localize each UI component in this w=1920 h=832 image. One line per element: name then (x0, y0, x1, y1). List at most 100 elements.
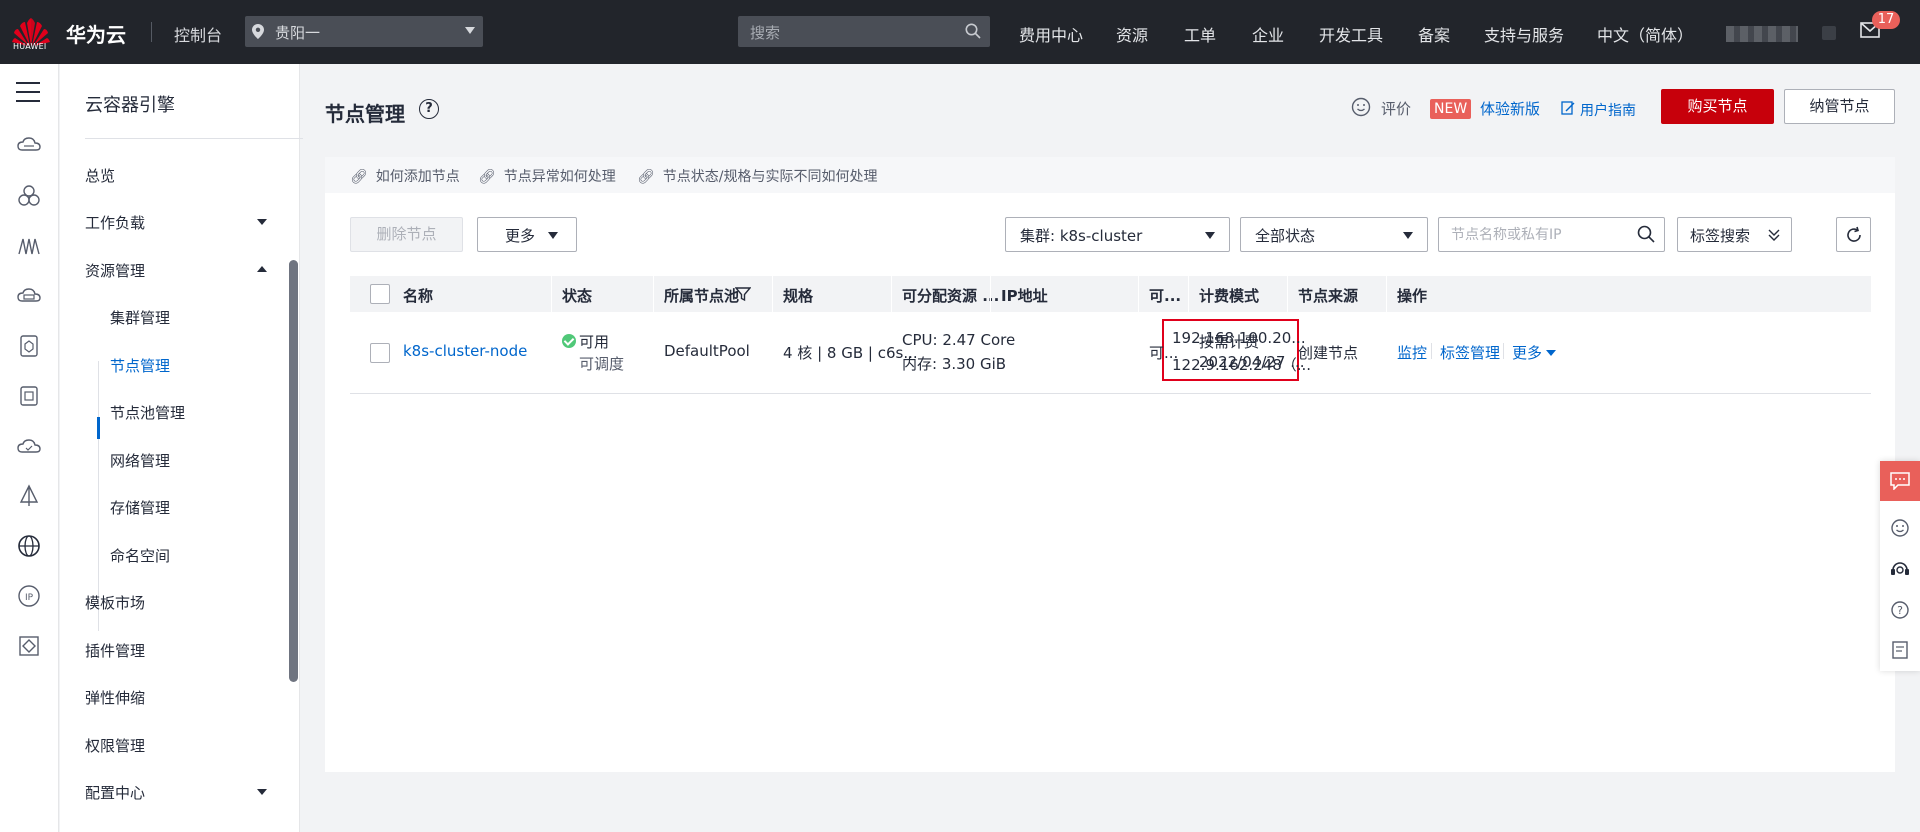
brand-name[interactable]: 华为云 (66, 19, 126, 48)
cluster-icon[interactable] (17, 184, 41, 208)
delete-node-button[interactable]: 删除节点 (350, 217, 463, 252)
nav-support[interactable]: 支持与服务 (1484, 22, 1564, 46)
image-icon[interactable] (17, 384, 41, 408)
sidebar-item-addons[interactable]: 插件管理 (85, 640, 145, 661)
select-all-checkbox[interactable] (370, 284, 390, 304)
search-icon[interactable] (965, 23, 981, 39)
action-divider (1503, 343, 1504, 359)
node-search-input[interactable] (1451, 224, 1621, 246)
sidebar-item-workloads[interactable]: 工作负载 (85, 212, 145, 233)
cloud-icon[interactable] (17, 434, 41, 458)
column-header-source[interactable]: 节点来源 (1298, 285, 1358, 306)
global-search[interactable]: 搜索 (738, 16, 990, 47)
tip-link[interactable]: 🔗︎ 如何添加节点 (350, 166, 460, 186)
nav-billing-center[interactable]: 费用中心 (1019, 22, 1083, 46)
nav-dev-tools[interactable]: 开发工具 (1319, 22, 1383, 46)
chevron-down-icon (1403, 232, 1413, 239)
nav-resources[interactable]: 资源 (1116, 22, 1148, 46)
node-name-link[interactable]: k8s-cluster-node (403, 342, 527, 360)
buy-node-button[interactable]: 购买节点 (1661, 89, 1774, 124)
network-icon[interactable] (17, 234, 41, 258)
console-link[interactable]: 控制台 (174, 22, 222, 46)
monitor-link[interactable]: 监控 (1397, 342, 1427, 363)
nav-tickets[interactable]: 工单 (1184, 22, 1216, 46)
nav-filing[interactable]: 备案 (1418, 22, 1450, 46)
tag-search-button[interactable]: 标签搜索 (1677, 217, 1792, 252)
sidebar-item-permissions[interactable]: 权限管理 (85, 735, 145, 756)
sidebar-scrollbar[interactable] (289, 260, 298, 682)
sidebar-title: 云容器引擎 (85, 95, 175, 116)
sidebar-item-scaling[interactable]: 弹性伸缩 (85, 687, 145, 708)
column-divider (1138, 276, 1139, 312)
tip-link[interactable]: 🔗︎ 节点状态/规格与实际不同如何处理 (637, 166, 878, 186)
column-header-az[interactable]: 可... (1149, 285, 1181, 306)
deploy-icon[interactable] (17, 484, 41, 508)
more-actions-button[interactable]: 更多 (477, 217, 577, 252)
svg-text:IP: IP (25, 593, 34, 603)
chevron-down-icon[interactable] (1546, 350, 1556, 356)
sidebar-item-nodepool[interactable]: 节点池管理 (110, 402, 185, 423)
sidebar-item-node[interactable]: 节点管理 (110, 355, 170, 376)
cloud-server-icon[interactable] (17, 134, 41, 158)
nav-enterprise[interactable]: 企业 (1252, 22, 1284, 46)
search-icon[interactable] (1637, 225, 1655, 243)
notes-icon[interactable] (1890, 640, 1910, 660)
ip-icon[interactable]: IP (17, 584, 41, 608)
storage-icon[interactable] (17, 284, 41, 308)
chat-button[interactable] (1880, 461, 1920, 501)
help-icon[interactable]: ? (419, 99, 439, 119)
notification-icon[interactable] (1822, 26, 1836, 40)
cluster-select[interactable]: 集群: k8s-cluster (1005, 217, 1230, 252)
nav-language[interactable]: 中文（简体） (1597, 22, 1693, 46)
action-divider (1431, 343, 1432, 359)
floating-toolbar: ? (1880, 461, 1920, 671)
help-icon[interactable]: ? (1890, 600, 1910, 620)
sidebar-item-overview[interactable]: 总览 (85, 165, 115, 186)
try-new-version-link[interactable]: 体验新版 (1480, 98, 1540, 119)
sidebar-item-storage[interactable]: 存储管理 (110, 497, 170, 518)
column-header-billing[interactable]: 计费模式 (1199, 285, 1259, 306)
sidebar-item-cluster[interactable]: 集群管理 (110, 307, 170, 328)
sidebar-item-templates[interactable]: 模板市场 (85, 592, 145, 613)
customer-service-icon[interactable] (1890, 559, 1910, 579)
service-icon-rail: IP (0, 64, 59, 832)
chevron-down-icon[interactable] (257, 789, 267, 795)
globe-icon[interactable] (17, 534, 41, 558)
column-header-nodepool[interactable]: 所属节点池 (664, 285, 739, 306)
diamond-icon[interactable] (17, 634, 41, 658)
rate-link[interactable]: 评价 (1381, 98, 1411, 119)
node-billing-date: 2022/04/27 ... (1199, 353, 1305, 371)
tip-link[interactable]: 🔗︎ 节点异常如何处理 (478, 166, 616, 186)
menu-icon[interactable] (16, 82, 40, 109)
sidebar-item-config[interactable]: 配置中心 (85, 782, 145, 803)
row-more-link[interactable]: 更多 (1512, 342, 1542, 363)
row-checkbox[interactable] (370, 343, 390, 363)
refresh-icon (1847, 226, 1861, 242)
username-blurred[interactable] (1726, 26, 1798, 42)
user-guide-link[interactable]: 用户指南 (1580, 100, 1636, 120)
table-row: k8s-cluster-node 可用 可调度 DefaultPool 4 核 … (350, 312, 1871, 394)
help-tips-bar: 🔗︎ 如何添加节点 🔗︎ 节点异常如何处理 🔗︎ 节点状态/规格与实际不同如何处理 (325, 157, 1895, 193)
column-header-spec[interactable]: 规格 (783, 285, 813, 306)
sidebar-item-namespace[interactable]: 命名空间 (110, 545, 170, 566)
chevron-down-icon[interactable] (257, 219, 267, 225)
region-name: 贵阳一 (275, 24, 321, 42)
refresh-button[interactable] (1836, 217, 1871, 252)
container-icon[interactable] (17, 334, 41, 358)
feedback-smiley-icon[interactable] (1890, 518, 1910, 538)
column-header-ip[interactable]: IP地址 (1001, 285, 1048, 306)
region-selector[interactable]: 贵阳一 (245, 16, 483, 47)
chevron-down-icon (465, 27, 475, 34)
tag-manage-link[interactable]: 标签管理 (1440, 342, 1500, 363)
column-header-allocatable[interactable]: 可分配资源 ... (902, 285, 999, 306)
edit-doc-icon (1561, 101, 1575, 115)
filter-icon[interactable] (735, 286, 751, 302)
sidebar-item-resources[interactable]: 资源管理 (85, 260, 145, 281)
smiley-icon[interactable] (1351, 97, 1371, 117)
column-header-name[interactable]: 名称 (403, 285, 433, 306)
manage-node-button[interactable]: 纳管节点 (1784, 89, 1895, 124)
chevron-up-icon[interactable] (257, 266, 267, 272)
status-select[interactable]: 全部状态 (1240, 217, 1428, 252)
sidebar-item-network[interactable]: 网络管理 (110, 450, 170, 471)
column-header-status[interactable]: 状态 (562, 285, 592, 306)
